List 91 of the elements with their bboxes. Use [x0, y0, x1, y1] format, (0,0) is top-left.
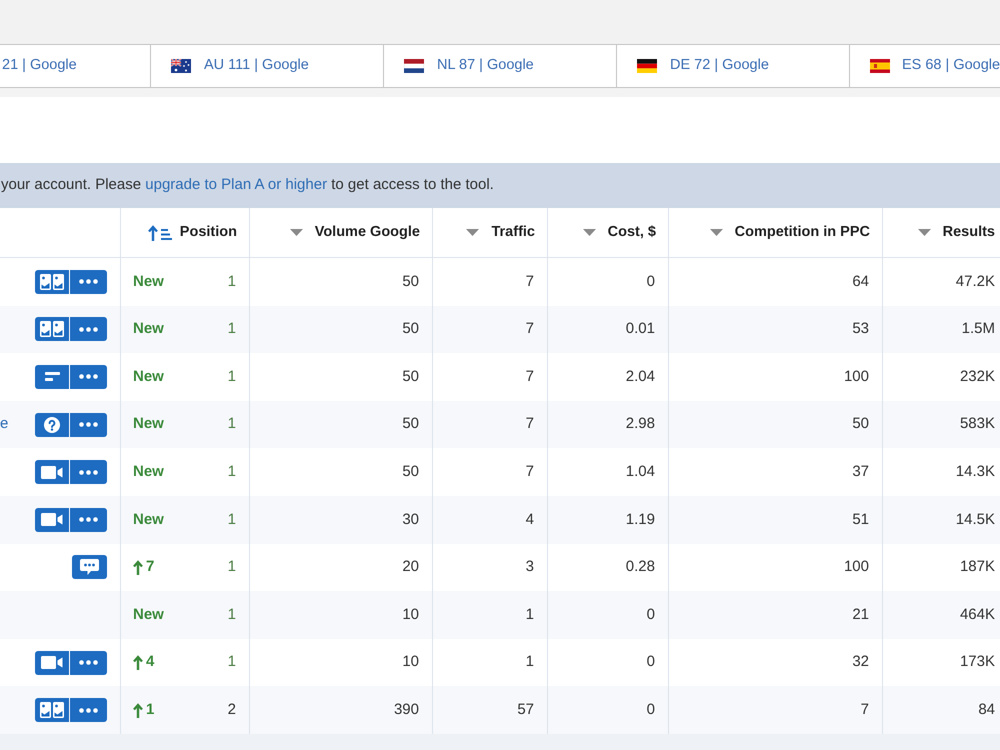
spain-flag-icon — [870, 59, 890, 73]
column-header[interactable]: Results — [883, 208, 1000, 257]
video-button[interactable] — [35, 460, 69, 484]
position-change: 7 — [146, 557, 154, 578]
more-button[interactable] — [70, 650, 107, 675]
location-tab[interactable]: NL 87 | Google — [384, 45, 617, 87]
column-header[interactable]: Cost, $ — [548, 208, 669, 257]
position-change: 1 — [146, 700, 154, 720]
table-cell-text: 232K — [958, 366, 996, 387]
chat-bubble-icon — [80, 559, 99, 576]
video-camera-icon — [41, 466, 63, 479]
location-tab[interactable]: 21 | Google — [0, 45, 151, 87]
more-button[interactable] — [70, 317, 107, 342]
video-camera-icon — [41, 513, 63, 526]
arrow-up-icon — [133, 560, 143, 575]
more-button[interactable] — [70, 412, 107, 437]
dots-icon — [79, 470, 98, 475]
position-change: New — [133, 462, 164, 482]
position-value: 1 — [228, 319, 236, 340]
keyword-link[interactable]: e — [0, 413, 8, 436]
column-header[interactable]: Volume Google — [250, 208, 433, 257]
caret-down-icon — [466, 229, 480, 236]
position-value: 1 — [228, 510, 236, 530]
caret-down-icon — [918, 229, 931, 236]
dots-icon — [79, 517, 98, 522]
video-button[interactable] — [35, 650, 69, 675]
position-value: 1 — [228, 652, 236, 672]
dots-icon — [79, 422, 98, 428]
images-icon — [40, 321, 64, 338]
position-value: 2 — [228, 700, 236, 720]
location-tab[interactable]: AU 111 | Google — [151, 45, 384, 87]
netherlands-flag-icon — [404, 59, 424, 73]
arrow-up-icon — [133, 702, 143, 718]
table-cell-text: 14.5K — [954, 510, 996, 530]
video-button[interactable] — [35, 508, 69, 532]
column-header[interactable]: Competition in PPC — [669, 208, 883, 257]
table-cell-text: 464K — [958, 604, 996, 625]
more-button[interactable] — [70, 270, 107, 294]
table-cell-text: 187K — [958, 557, 996, 578]
dots-icon — [79, 326, 98, 332]
images-icon — [40, 702, 64, 718]
arrow-up-icon — [133, 655, 143, 670]
position-value: 1 — [228, 462, 236, 482]
position-value: 1 — [228, 366, 236, 387]
column-header[interactable]: Traffic — [433, 208, 548, 257]
question-button[interactable] — [35, 412, 69, 437]
images-button[interactable] — [35, 317, 69, 342]
text-snippet-button[interactable] — [35, 364, 69, 389]
dots-icon — [79, 708, 98, 713]
images-button[interactable] — [35, 698, 69, 722]
position-value: 1 — [228, 414, 236, 434]
caret-down-icon — [582, 229, 596, 236]
table-cell-text: 47.2K — [954, 272, 996, 292]
location-tab[interactable]: ES 68 | Google — [850, 45, 1000, 87]
position-change: New — [133, 319, 164, 340]
chat-button[interactable] — [72, 555, 107, 580]
position-change: New — [133, 272, 164, 292]
notice-text: your account. Please upgrade to Plan A or higher to get access to the tool. — [0, 175, 494, 196]
germany-flag-icon — [637, 59, 657, 73]
position-value: 1 — [228, 557, 236, 578]
text-lines-icon — [44, 372, 60, 382]
position-value: 1 — [228, 604, 236, 625]
position-change: 4 — [146, 652, 154, 672]
video-camera-icon — [41, 656, 63, 670]
position-change: New — [133, 366, 164, 387]
more-button[interactable] — [70, 698, 107, 722]
location-tab[interactable]: DE 72 | Google — [617, 45, 850, 87]
position-change: New — [133, 510, 164, 530]
dots-icon — [79, 660, 98, 666]
dots-icon — [79, 374, 98, 380]
table-cell-text: 1.5M — [960, 319, 996, 340]
upgrade-link[interactable]: upgrade to Plan A or higher — [145, 176, 328, 194]
column-header[interactable]: Position — [121, 208, 250, 257]
australia-flag-icon — [171, 59, 191, 73]
sort-ascending-icon — [148, 224, 172, 240]
table-cell-text: 84 — [977, 700, 996, 720]
question-icon — [44, 416, 60, 433]
images-button[interactable] — [35, 270, 69, 294]
table-cell-text: 173K — [958, 652, 996, 672]
position-change: New — [133, 414, 164, 434]
more-button[interactable] — [70, 460, 107, 484]
caret-down-icon — [290, 229, 303, 236]
table-cell-text: 14.3K — [954, 462, 996, 482]
position-value: 1 — [228, 272, 236, 292]
more-button[interactable] — [70, 364, 107, 389]
more-button[interactable] — [70, 508, 107, 532]
dots-icon — [79, 279, 98, 284]
table-cell-text: 583K — [958, 414, 996, 434]
images-icon — [40, 274, 64, 290]
position-change: New — [133, 604, 164, 625]
caret-down-icon — [710, 229, 723, 236]
